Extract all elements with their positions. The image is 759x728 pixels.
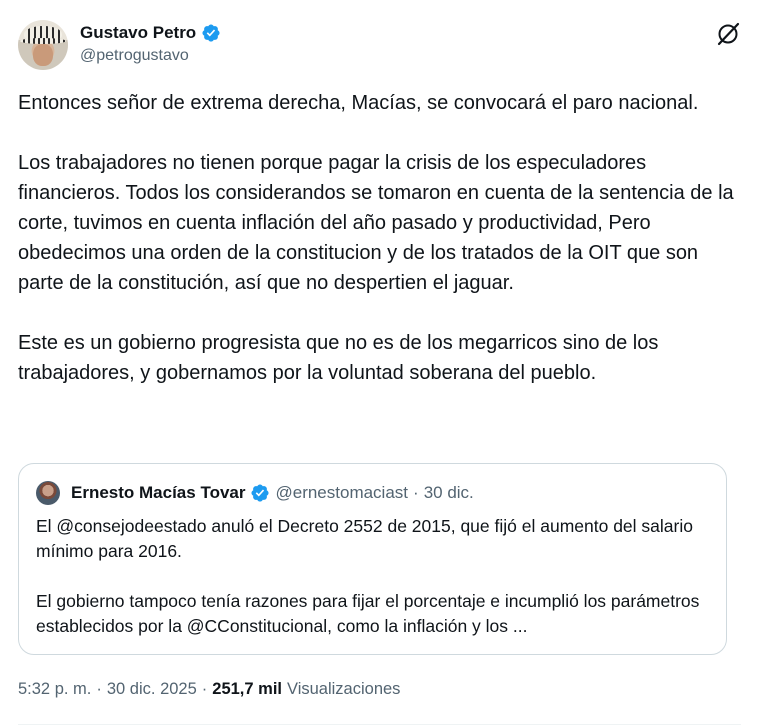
quoted-tweet-paragraph: El @consejodeestado anuló el Decreto 255… <box>36 516 693 561</box>
quoted-tweet-text: El @consejodeestado anuló el Decreto 255… <box>36 514 711 639</box>
tweet-meta: 5:32 p. m. · 30 dic. 2025 · 251,7 mil Vi… <box>18 678 400 700</box>
quoted-author-handle[interactable]: @ernestomaciast <box>275 483 408 503</box>
avatar-face <box>33 44 53 66</box>
views-label: Visualizaciones <box>287 679 401 698</box>
views-count: 251,7 mil <box>212 679 282 698</box>
quoted-tweet-header: Ernesto Macías Tovar @ernestomaciast · 3… <box>36 481 474 505</box>
author-name-row: Gustavo Petro <box>80 22 221 44</box>
grok-icon[interactable] <box>715 21 741 47</box>
separator-dot: · <box>96 679 102 698</box>
tweet-header: Gustavo Petro @petrogustavo <box>18 18 741 70</box>
tweet-time[interactable]: 5:32 p. m. <box>18 680 91 699</box>
quoted-author-name[interactable]: Ernesto Macías Tovar <box>71 483 245 503</box>
divider <box>18 724 741 725</box>
author-avatar[interactable] <box>18 20 68 70</box>
tweet-paragraph: Este es un gobierno progresista que no e… <box>18 332 659 384</box>
verified-badge-icon <box>202 24 220 42</box>
tweet-paragraph: Los trabajadores no tienen porque pagar … <box>18 152 734 294</box>
author-handle[interactable]: @petrogustavo <box>80 47 189 65</box>
verified-badge-icon <box>251 484 270 502</box>
quoted-author-avatar[interactable] <box>36 481 60 505</box>
tweet-text: Entonces señor de extrema derecha, Macía… <box>18 88 738 388</box>
tweet-date[interactable]: 30 dic. 2025 <box>107 680 197 699</box>
separator-dot: · <box>201 679 208 698</box>
tweet-paragraph: Entonces señor de extrema derecha, Macía… <box>18 92 699 114</box>
separator-dot: · <box>413 483 419 502</box>
quoted-tweet-date[interactable]: 30 dic. <box>424 483 474 503</box>
quoted-tweet-card[interactable]: Ernesto Macías Tovar @ernestomaciast · 3… <box>18 463 727 655</box>
quoted-tweet-paragraph: El gobierno tampoco tenía razones para f… <box>36 591 700 636</box>
author-display-name[interactable]: Gustavo Petro <box>80 23 196 43</box>
